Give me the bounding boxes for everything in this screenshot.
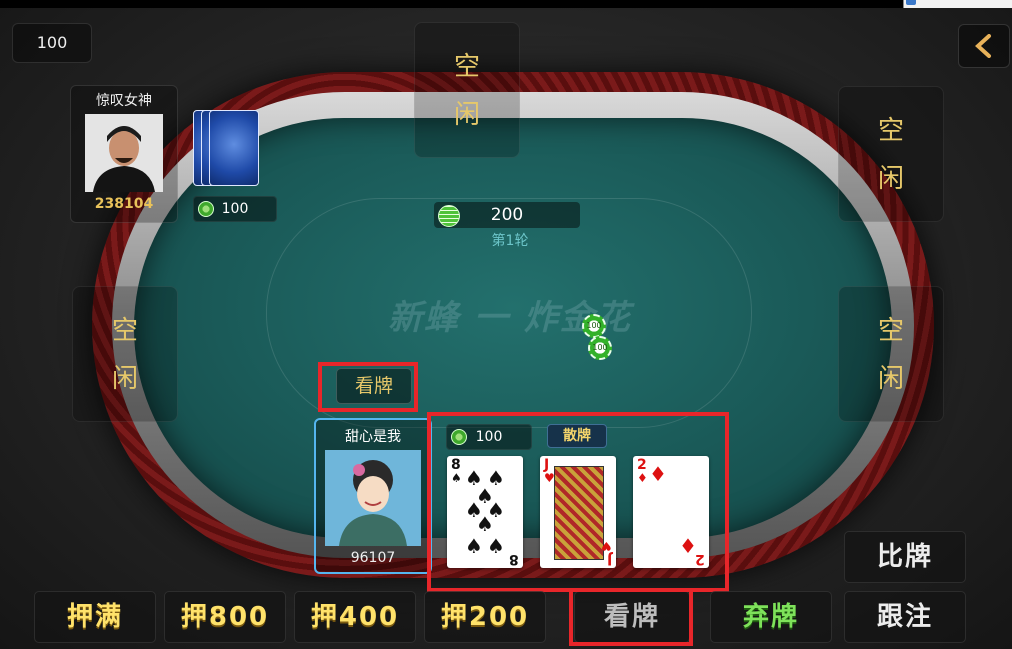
my-seat: 甜心是我 96107 — [314, 418, 432, 574]
bet-400-button[interactable]: 押400 — [294, 591, 416, 643]
opponent-seat[interactable]: 惊叹女神 238104 — [70, 85, 178, 223]
opponent-bet: 100 — [193, 196, 277, 222]
max-bet-button[interactable]: 押满 — [34, 591, 156, 643]
empty-seat-label-1: 空 — [877, 116, 904, 146]
opponent-score: 238104 — [94, 196, 154, 212]
empty-seat-label-2: 闲 — [877, 164, 904, 194]
card-rank: 2 — [637, 457, 647, 473]
card-rank: 2 — [695, 551, 705, 567]
table-watermark: 新蜂 一 炸金花 — [388, 298, 632, 338]
table-chip: 100 — [582, 314, 606, 338]
empty-seat-label-1: 空 — [453, 52, 480, 82]
empty-seat-top[interactable]: 空 闲 — [414, 22, 520, 158]
chip-balance-display: 100 — [12, 23, 92, 63]
my-score: 96107 — [350, 550, 396, 566]
empty-seat-label-1: 空 — [111, 316, 138, 346]
empty-seat-right[interactable]: 空 闲 — [838, 286, 944, 422]
back-button[interactable] — [958, 24, 1010, 68]
round-label: 第1轮 — [491, 233, 529, 249]
pot-display: 200 — [434, 202, 580, 228]
opponent-hidden-cards — [193, 110, 265, 186]
call-button[interactable]: 跟注 — [844, 591, 966, 643]
empty-seat-label-2: 闲 — [877, 364, 904, 394]
opponent-avatar — [85, 114, 163, 192]
bet-800-button[interactable]: 押800 — [164, 591, 286, 643]
playing-card-2[interactable]: J ♥ J ♥ — [540, 456, 616, 568]
heart-icon: ♥ — [601, 539, 612, 553]
pot-value: 200 — [490, 205, 524, 225]
card-back — [209, 110, 259, 186]
chevron-left-icon — [975, 34, 991, 58]
highlight-look-button — [569, 588, 693, 646]
diamond-icon: ♦ — [649, 462, 667, 486]
look-cards-badge: 看牌 — [336, 368, 412, 404]
spade-icon: ♠ — [465, 534, 483, 558]
my-avatar — [325, 450, 421, 546]
hand-type-badge: 散牌 — [547, 424, 607, 448]
opponent-name: 惊叹女神 — [96, 93, 152, 109]
empty-seat-left[interactable]: 空 闲 — [72, 286, 178, 422]
empty-seat-label-1: 空 — [877, 316, 904, 346]
my-name: 甜心是我 — [345, 429, 401, 445]
card-rank: 8 — [451, 457, 461, 473]
card-rank: J — [606, 551, 612, 567]
jack-face-art — [554, 466, 604, 560]
playing-card-3[interactable]: 2 ♦ ♦ ♦ 2 — [633, 456, 709, 568]
empty-seat-label-2: 闲 — [111, 364, 138, 394]
my-bet-value: 100 — [475, 429, 503, 445]
spade-icon: ♠ — [451, 471, 462, 485]
playing-card-1[interactable]: 8 ♠ ♠ ♠ ♠ ♠ ♠ ♠ ♠ ♠ 8 — [447, 456, 523, 568]
app-icon — [906, 0, 916, 5]
bet-200-button[interactable]: 押200 — [424, 591, 546, 643]
fold-button[interactable]: 弃牌 — [710, 591, 832, 643]
spade-icon: ♠ — [487, 534, 505, 558]
window-corner — [903, 0, 1012, 8]
opponent-bet-value: 100 — [221, 201, 249, 217]
top-bar — [0, 0, 1012, 8]
card-rank: 8 — [509, 551, 519, 567]
empty-seat-top-right[interactable]: 空 闲 — [838, 86, 944, 222]
card-rank: J — [544, 457, 550, 473]
empty-seat-label-2: 闲 — [453, 100, 480, 130]
compare-button[interactable]: 比牌 — [844, 531, 966, 583]
diamond-icon: ♦ — [637, 471, 648, 485]
spade-icon: ♠ — [476, 512, 494, 536]
table-chip: 100 — [588, 336, 612, 360]
my-bet: 100 — [446, 424, 532, 450]
